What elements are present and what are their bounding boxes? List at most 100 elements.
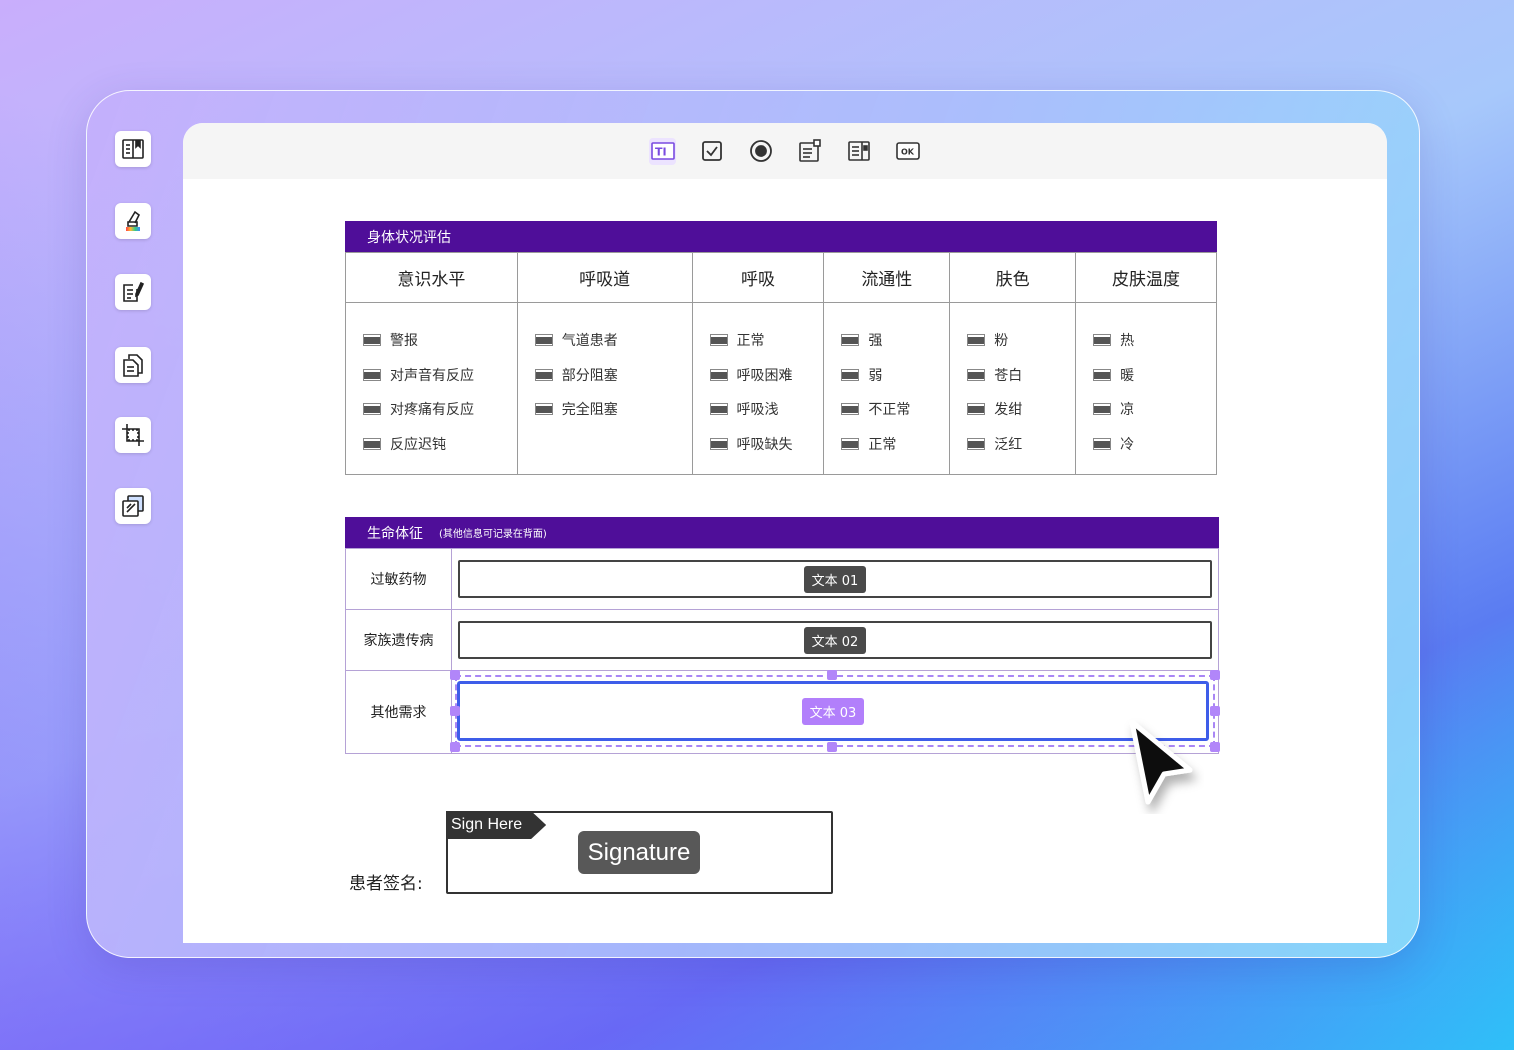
checkbox-label: 弱 <box>868 367 883 384</box>
checkbox-label: 对疼痛有反应 <box>390 402 474 419</box>
vitals-section-header: 生命体征 (其他信息可记录在背面) <box>345 517 1219 548</box>
checkbox-option[interactable]: 反应迟钝 <box>363 427 517 462</box>
checkbox[interactable] <box>1093 403 1112 416</box>
other-needs-text-field-selected[interactable]: 文本 03 <box>450 670 1220 752</box>
checkbox[interactable] <box>967 368 986 381</box>
checkbox-label: 完全阻塞 <box>561 402 618 419</box>
checkbox-option[interactable]: 发绀 <box>967 392 1075 427</box>
checkbox-label: 反应迟钝 <box>390 436 446 453</box>
checkbox-option[interactable]: 泛红 <box>967 427 1075 462</box>
resize-handle-sw[interactable] <box>450 742 460 752</box>
column-header: 呼吸 <box>691 252 825 303</box>
checkbox-option[interactable]: 呼吸浅 <box>709 392 824 427</box>
column-header: 意识水平 <box>345 252 518 303</box>
checkbox-option[interactable]: 冷 <box>1093 427 1216 462</box>
checkbox-icon[interactable] <box>698 138 725 165</box>
checkbox[interactable] <box>363 368 381 381</box>
checkbox-label: 苍白 <box>994 367 1023 384</box>
checkbox-option[interactable]: 不正常 <box>841 392 949 427</box>
checkbox-option[interactable]: 暖 <box>1093 358 1216 393</box>
button-field-icon[interactable]: OK <box>894 138 921 165</box>
other-needs-text-field[interactable]: 文本 03 <box>457 681 1209 741</box>
layers-icon[interactable] <box>115 488 151 524</box>
checkbox-label: 对声音有反应 <box>390 367 474 384</box>
vitals-title: 生命体征 <box>367 525 423 542</box>
edit-document-icon[interactable] <box>115 274 151 310</box>
checkbox-option[interactable]: 完全阻塞 <box>534 392 692 427</box>
checkbox[interactable] <box>1093 368 1112 381</box>
svg-text:TI: TI <box>655 146 667 159</box>
checkbox[interactable] <box>709 437 728 450</box>
checkbox-option[interactable]: 苍白 <box>967 358 1075 393</box>
checkbox-option[interactable]: 对疼痛有反应 <box>363 392 517 427</box>
checkbox-label: 气道患者 <box>561 333 618 350</box>
combo-box-icon[interactable] <box>796 138 823 165</box>
checkbox-label: 呼吸浅 <box>736 402 779 419</box>
resize-handle-s[interactable] <box>827 742 837 752</box>
resize-handle-n[interactable] <box>827 670 837 680</box>
checkbox[interactable] <box>363 403 381 416</box>
checkbox-label: 泛红 <box>994 436 1023 453</box>
checkbox-option[interactable]: 呼吸缺失 <box>709 427 824 462</box>
checkbox-option[interactable]: 凉 <box>1093 392 1216 427</box>
checkbox[interactable] <box>967 403 986 416</box>
crop-icon[interactable] <box>115 417 151 453</box>
resize-handle-se[interactable] <box>1210 742 1220 752</box>
checkbox[interactable] <box>841 437 860 450</box>
checkbox-option[interactable]: 正常 <box>709 323 824 358</box>
signature-field[interactable]: Sign Here Signature <box>446 811 833 894</box>
resize-handle-ne[interactable] <box>1210 670 1220 680</box>
checkbox[interactable] <box>1093 437 1112 450</box>
checkbox-option[interactable]: 对声音有反应 <box>363 358 517 393</box>
assessment-section-header: 身体状况评估 <box>345 221 1217 252</box>
assessment-title: 身体状况评估 <box>367 229 451 246</box>
checkbox[interactable] <box>1093 334 1112 347</box>
checkbox[interactable] <box>534 403 553 416</box>
allergy-text-field[interactable]: 文本 01 <box>458 560 1212 598</box>
checkbox[interactable] <box>841 403 860 416</box>
checkbox[interactable] <box>709 334 728 347</box>
checkbox[interactable] <box>534 334 553 347</box>
document-icon[interactable] <box>115 131 151 167</box>
checkbox[interactable] <box>709 368 728 381</box>
checkbox-label: 暖 <box>1120 367 1135 384</box>
checkbox[interactable] <box>841 368 860 381</box>
checkbox-option[interactable]: 呼吸困难 <box>709 358 824 393</box>
vitals-subtitle: (其他信息可记录在背面) <box>439 529 547 540</box>
checkbox[interactable] <box>967 334 986 347</box>
highlighter-icon[interactable] <box>115 203 151 239</box>
checkbox[interactable] <box>709 403 728 416</box>
checkbox[interactable] <box>363 334 381 347</box>
checkbox-label: 正常 <box>736 333 765 350</box>
resize-handle-e[interactable] <box>1210 706 1220 716</box>
copy-document-icon[interactable] <box>115 347 151 383</box>
checkbox-option[interactable]: 粉 <box>967 323 1075 358</box>
checkbox-option[interactable]: 气道患者 <box>534 323 692 358</box>
checkbox[interactable] <box>534 368 553 381</box>
radio-button-icon[interactable] <box>747 138 774 165</box>
checkbox[interactable] <box>363 437 381 450</box>
text-field-icon[interactable]: TI <box>649 137 676 165</box>
column-header: 流通性 <box>823 252 951 303</box>
checkbox[interactable] <box>967 437 986 450</box>
family-history-text-field[interactable]: 文本 02 <box>458 621 1212 659</box>
resize-handle-w[interactable] <box>450 706 460 716</box>
checkbox-label: 警报 <box>390 333 418 350</box>
checkbox-option[interactable]: 警报 <box>363 323 517 358</box>
checkbox-label: 正常 <box>868 436 897 453</box>
checkbox-label: 凉 <box>1120 402 1135 419</box>
mouse-cursor-icon <box>1129 719 1193 805</box>
checkbox-option[interactable]: 弱 <box>841 358 949 393</box>
checkbox-option[interactable]: 正常 <box>841 427 949 462</box>
checkbox-option[interactable]: 强 <box>841 323 949 358</box>
list-box-icon[interactable] <box>845 138 872 165</box>
column-options: 强弱不正常正常 <box>823 302 951 475</box>
resize-handle-nw[interactable] <box>450 670 460 680</box>
column-header: 肤色 <box>949 252 1077 303</box>
checkbox-option[interactable]: 热 <box>1093 323 1216 358</box>
form-toolbar: TI OK <box>183 123 1387 179</box>
vitals-row-label: 其他需求 <box>345 670 452 754</box>
checkbox-label: 不正常 <box>868 402 911 419</box>
checkbox-option[interactable]: 部分阻塞 <box>534 358 692 393</box>
checkbox[interactable] <box>841 334 860 347</box>
